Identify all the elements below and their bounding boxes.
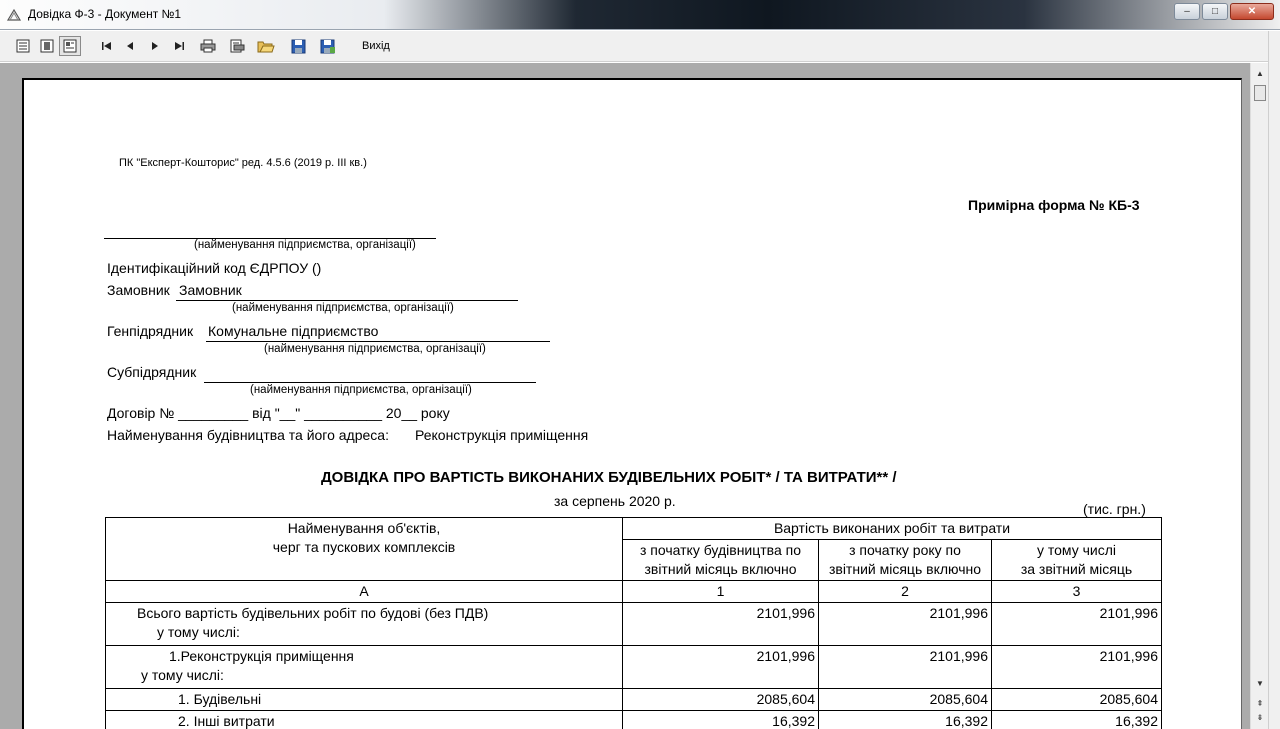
first-page-icon[interactable] xyxy=(96,36,118,56)
contractor-label: Генпідрядник xyxy=(107,323,194,339)
next-page-icon[interactable] xyxy=(144,36,166,56)
col3-header-line2: за звітний місяць xyxy=(1020,561,1133,577)
customer-label: Замовник xyxy=(107,282,170,298)
contractor-underline xyxy=(206,341,550,342)
document-heading: ДОВІДКА ПРО ВАРТІСТЬ ВИКОНАНИХ БУДІВЕЛЬН… xyxy=(321,469,897,486)
row-value-2: 16,392 xyxy=(818,710,992,729)
row-value-1: 2101,996 xyxy=(622,602,819,646)
edrpou-line: Ідентифікаційний код ЄДРПОУ () xyxy=(107,260,322,276)
last-page-icon[interactable] xyxy=(168,36,190,56)
table-row: 1. Будівельні 2085,604 2085,604 2085,604 xyxy=(105,688,1162,711)
row-value-1: 16,392 xyxy=(622,710,819,729)
customer-hint: (найменування підприємства, організації) xyxy=(232,302,454,314)
exit-button[interactable]: Вихід xyxy=(362,40,390,52)
col1-header: з початку будівництва по звітний місяць … xyxy=(622,539,819,581)
document-page: ПК "Експерт-Кошторис" ред. 4.5.6 (2019 р… xyxy=(22,78,1242,729)
minimize-button[interactable]: – xyxy=(1174,3,1200,20)
save-as-icon[interactable] xyxy=(317,36,339,56)
construction-value: Реконструкція приміщення xyxy=(415,427,589,443)
col3-header: у тому числі за звітний місяць xyxy=(991,539,1162,581)
table-row: 2. Інші витрати 16,392 16,392 16,392 xyxy=(105,710,1162,729)
index-1: 1 xyxy=(622,580,819,603)
row-name-line1: 2. Інші витрати xyxy=(178,713,275,729)
units-label: (тис. грн.) xyxy=(1083,501,1146,517)
row-value-1: 2101,996 xyxy=(622,645,819,689)
row-value-3: 16,392 xyxy=(991,710,1162,729)
row-value-3: 2101,996 xyxy=(991,645,1162,689)
subcontractor-hint: (найменування підприємства, організації) xyxy=(250,384,472,396)
table-header-row: Найменування об'єктів, черг та пускових … xyxy=(105,517,1162,581)
row-name-line2: у тому числі: xyxy=(141,667,224,683)
row-name-cell: 1. Будівельні xyxy=(105,688,623,711)
title-bar: Довідка Ф-3 - Документ №1 – □ ✕ xyxy=(0,0,1280,30)
page-down-icon[interactable]: ⇟ xyxy=(1253,711,1267,723)
window-border-right xyxy=(1268,31,1280,729)
form-name: Примірна форма № КБ-3 xyxy=(968,197,1140,213)
col2-header-line2: звітний місяць включно xyxy=(828,561,982,577)
construction-label: Найменування будівництва та його адреса: xyxy=(107,427,389,443)
scroll-thumb[interactable] xyxy=(1254,85,1266,101)
row-name-line1: Всього вартість будівельних робіт по буд… xyxy=(137,605,489,621)
close-button[interactable]: ✕ xyxy=(1230,3,1274,20)
print-icon[interactable] xyxy=(197,36,219,56)
table-index-row: А 1 2 3 xyxy=(105,580,1162,603)
row-name-line1: 1. Будівельні xyxy=(178,691,262,707)
open-icon[interactable] xyxy=(255,36,277,56)
page-view-icon[interactable] xyxy=(12,36,34,56)
row-name-cell: Всього вартість будівельних робіт по буд… xyxy=(105,602,623,646)
app-icon xyxy=(6,8,22,21)
row-value-1: 2085,604 xyxy=(622,688,819,711)
subcontractor-label: Субпідрядник xyxy=(107,364,197,380)
header-name-cell: Найменування об'єктів, черг та пускових … xyxy=(105,517,623,581)
page-up-icon[interactable]: ⇞ xyxy=(1253,697,1267,709)
maximize-button[interactable]: □ xyxy=(1202,3,1228,20)
table-row: 1.Реконструкція приміщення у тому числі:… xyxy=(105,645,1162,689)
vertical-scrollbar[interactable]: ▲ ▼ ⇞ ⇟ xyxy=(1250,63,1268,729)
page-width-icon[interactable] xyxy=(36,36,58,56)
report-period: за серпень 2020 р. xyxy=(554,493,676,509)
software-version: ПК "Експерт-Кошторис" ред. 4.5.6 (2019 р… xyxy=(119,157,367,169)
row-value-2: 2085,604 xyxy=(818,688,992,711)
row-name-cell: 1.Реконструкція приміщення у тому числі: xyxy=(105,645,623,689)
row-name-line2: у тому числі: xyxy=(157,624,240,640)
customer-underline xyxy=(176,300,518,301)
row-value-2: 2101,996 xyxy=(818,602,992,646)
toolbar: Вихід xyxy=(0,31,1280,62)
prev-page-icon[interactable] xyxy=(119,36,141,56)
scroll-down-icon[interactable]: ▼ xyxy=(1253,677,1267,689)
index-a: А xyxy=(105,580,623,603)
header-name-line2: черг та пускових комплексів xyxy=(272,539,456,555)
org-hint: (найменування підприємства, організації) xyxy=(194,239,416,251)
header-name-line1: Найменування об'єктів, xyxy=(287,520,441,536)
cost-header-cell: Вартість виконаних робіт та витрати xyxy=(622,517,1162,540)
cost-table: Найменування об'єктів, черг та пускових … xyxy=(105,517,1162,729)
table-row: Всього вартість будівельних робіт по буд… xyxy=(105,602,1162,646)
col1-header-line2: звітний місяць включно xyxy=(644,561,797,577)
row-name-line1: 1.Реконструкція приміщення xyxy=(169,648,354,664)
scroll-up-icon[interactable]: ▲ xyxy=(1253,67,1267,79)
save-icon[interactable] xyxy=(287,36,309,56)
subcontractor-underline xyxy=(204,382,536,383)
row-name-cell: 2. Інші витрати xyxy=(105,710,623,729)
index-3: 3 xyxy=(991,580,1162,603)
row-value-3: 2101,996 xyxy=(991,602,1162,646)
col2-header: з початку року по звітний місяць включно xyxy=(818,539,992,581)
col3-header-line1: у тому числі xyxy=(1037,542,1116,558)
contractor-hint: (найменування підприємства, організації) xyxy=(264,343,486,355)
document-viewport[interactable]: ПК "Експерт-Кошторис" ред. 4.5.6 (2019 р… xyxy=(0,63,1250,729)
row-value-2: 2101,996 xyxy=(818,645,992,689)
customer-value: Замовник xyxy=(179,282,242,298)
print-setup-icon[interactable] xyxy=(226,36,248,56)
whole-page-icon[interactable] xyxy=(59,36,81,56)
row-value-3: 2085,604 xyxy=(991,688,1162,711)
col2-header-line1: з початку року по xyxy=(849,542,961,558)
col1-header-line1: з початку будівництва по xyxy=(640,542,801,558)
contract-line: Договір № _________ від "__" __________ … xyxy=(107,405,450,421)
index-2: 2 xyxy=(818,580,992,603)
contractor-value: Комунальне підприємство xyxy=(208,323,379,339)
window-title: Довідка Ф-3 - Документ №1 xyxy=(28,7,182,21)
